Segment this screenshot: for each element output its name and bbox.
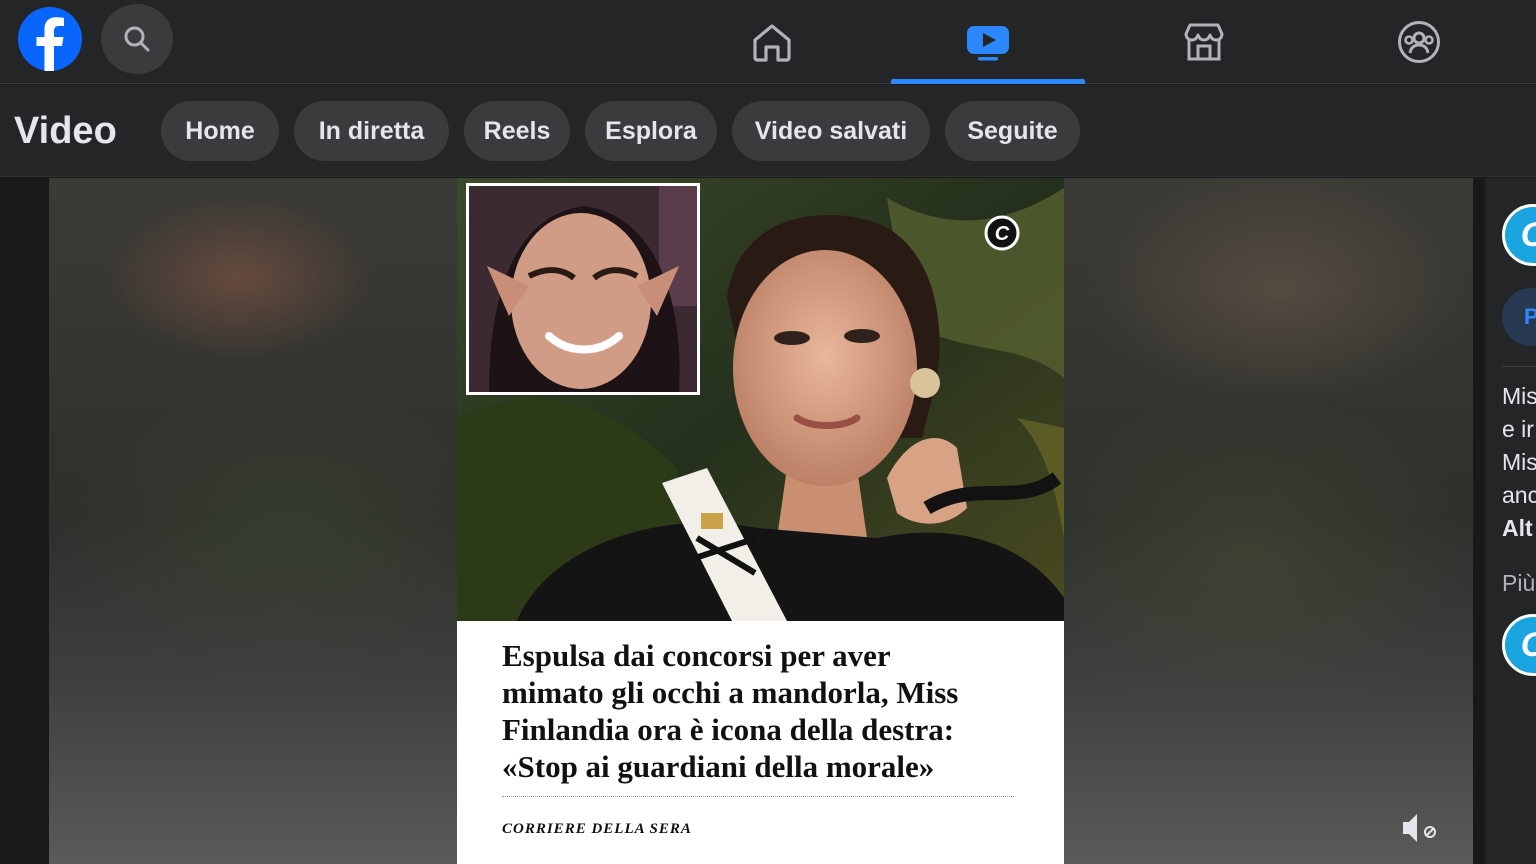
description-line: Mis	[1502, 383, 1536, 409]
chip-saved-videos[interactable]: Video salvati	[732, 101, 930, 161]
headline-line: Espulsa dai concorsi per aver	[502, 638, 891, 673]
description-line: Mis	[1502, 449, 1536, 475]
divider	[502, 796, 1014, 797]
chip-reels[interactable]: Reels	[464, 101, 570, 161]
inset-image	[466, 183, 700, 395]
chip-following[interactable]: Seguite	[945, 101, 1080, 161]
channel-avatar-small[interactable]: C	[1502, 614, 1536, 676]
source-label: CORRIERE DELLA SERA	[502, 821, 692, 837]
more-videos-label: Più	[1502, 570, 1536, 596]
description-line: anc	[1502, 482, 1536, 508]
description-line: e ir	[1502, 416, 1534, 442]
headline-line: mimato gli occhi a mandorla, Miss	[502, 675, 959, 710]
video-details-panel: C P Mis e ir Mis anc Alt Più C	[1485, 178, 1536, 864]
facebook-logo-icon[interactable]	[14, 6, 86, 72]
tab-groups[interactable]	[1322, 0, 1516, 84]
video-player[interactable]: C Espulsa dai concorsi per aver mimato g…	[49, 178, 1473, 864]
tab-video[interactable]	[891, 0, 1085, 84]
video-headline: Espulsa dai concorsi per aver mimato gli…	[502, 637, 1042, 785]
video-description: Mis e ir Mis anc Alt	[1502, 380, 1536, 545]
headline-card: Espulsa dai concorsi per aver mimato gli…	[457, 621, 1064, 864]
page-title: Video	[14, 110, 117, 152]
tab-marketplace[interactable]	[1107, 0, 1301, 84]
mute-button[interactable]	[1397, 808, 1443, 848]
chip-home[interactable]: Home	[161, 101, 279, 161]
video-icon	[967, 26, 1009, 61]
top-navigation-bar	[0, 0, 1536, 84]
channel-watermark-icon: C	[984, 215, 1020, 251]
headline-line: «Stop ai guardiani della morale»	[502, 749, 935, 784]
follow-button[interactable]: P	[1502, 288, 1536, 346]
divider	[1502, 366, 1536, 367]
marketplace-icon	[1184, 23, 1224, 61]
chip-live[interactable]: In diretta	[294, 101, 449, 161]
video-frame[interactable]: C Espulsa dai concorsi per aver mimato g…	[457, 178, 1064, 864]
chip-explore[interactable]: Esplora	[585, 101, 717, 161]
corner-logo-letter: C	[995, 223, 1010, 245]
home-icon	[753, 24, 791, 62]
channel-avatar[interactable]: C	[1502, 204, 1536, 266]
search-button[interactable]	[101, 4, 173, 74]
video-subheader: Video Home In diretta Reels Esplora Vide…	[0, 85, 1536, 177]
search-icon	[124, 26, 150, 52]
description-link[interactable]: Alt	[1502, 512, 1536, 545]
groups-icon	[1398, 21, 1440, 63]
headline-line: Finlandia ora è icona della destra:	[502, 712, 955, 747]
speaker-muted-icon	[1403, 814, 1436, 842]
tab-home[interactable]	[675, 0, 869, 84]
